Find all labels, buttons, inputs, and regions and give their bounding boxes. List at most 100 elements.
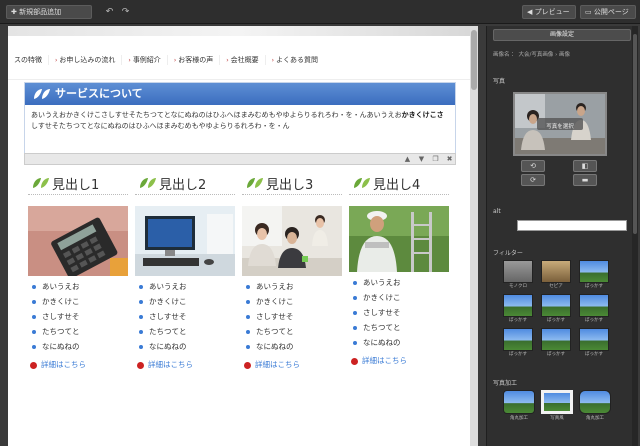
list-item: あいうえお (139, 279, 235, 294)
column-heading-text: 見出し3 (266, 178, 314, 193)
flip-horizontal-button[interactable]: ◧ (573, 160, 597, 172)
details-link[interactable]: 詳細はこちら (244, 359, 300, 370)
fit-image-button[interactable]: ▬ (573, 174, 597, 186)
leaf-icon (34, 89, 50, 99)
nav-item-flow[interactable]: › お申し込みの流れ (49, 54, 123, 65)
feature-column-3[interactable]: 見出し3 あいうえお かきくけこ さしすせそ たちつてと なにぬねの 詳細はこち… (242, 171, 342, 369)
nav-item-faq[interactable]: › よくある質問 (266, 55, 324, 65)
scroll-thumb[interactable] (471, 30, 477, 90)
column-heading: 見出し4 (349, 171, 449, 195)
alt-text-input[interactable] (517, 220, 627, 231)
list-item: かきくけこ (353, 290, 449, 305)
details-link[interactable]: 詳細はこちら (30, 359, 86, 370)
feature-column-4[interactable]: 見出し4 あいうえお かきくけこ さしすせそ たちつてと なにぬねの 詳細はこち… (349, 171, 449, 365)
process-option[interactable]: 写真風 (541, 390, 573, 424)
nav-arrow-icon: › (271, 56, 275, 64)
trash-icon[interactable]: ✖ (445, 155, 454, 164)
list-item: たちつてと (246, 324, 342, 339)
service-title-bar: サービスについて (25, 83, 455, 105)
list-item: かきくけこ (32, 294, 128, 309)
arrow-circle-icon (351, 357, 358, 365)
list-item: かきくけこ (246, 294, 342, 309)
process-section-label: 写真加工 (493, 380, 518, 387)
nav-arrow-icon: › (173, 56, 177, 64)
add-part-label: 新規部品追加 (19, 8, 62, 16)
leaf-icon (140, 178, 156, 188)
nav-item-voices[interactable]: › お客様の声 (168, 54, 221, 65)
filter-option[interactable]: モノクロ (503, 260, 533, 291)
service-section[interactable]: サービスについて あいうえおかきくけこさしすせそたちつてとなにぬねのはひふへほま… (24, 82, 456, 154)
photo-preview[interactable]: 写真を選択 (513, 92, 607, 156)
filter-option[interactable]: ぼっかす (541, 294, 571, 325)
filter-option[interactable]: ぼっかす (541, 328, 571, 359)
panel-scroll-thumb[interactable] (633, 34, 637, 234)
image-settings-tab[interactable]: 画像設定 (493, 29, 631, 41)
list-item: あいうえお (353, 275, 449, 290)
list-item: たちつてと (32, 324, 128, 339)
publish-label: 公開ページ (593, 8, 629, 16)
list-item: かきくけこ (139, 294, 235, 309)
business-people-photo[interactable] (242, 206, 342, 276)
preview-button[interactable]: ◀ プレビュー (522, 5, 576, 19)
list-item: なにぬねの (32, 339, 128, 354)
move-up-icon[interactable]: ▲ (403, 155, 412, 164)
hero-image-strip (8, 26, 470, 36)
service-text: あいうえおかきくけこさしすせそたちつてとなにぬねのはひふへほまみむめもやゆよらり… (31, 111, 444, 130)
list-item: なにぬねの (353, 335, 449, 350)
nav-item-cases[interactable]: › 事例紹介 (122, 54, 168, 65)
publish-button[interactable]: ▭ 公開ページ (580, 5, 636, 19)
column-list: あいうえお かきくけこ さしすせそ たちつてと なにぬねの (139, 279, 235, 354)
column-heading: 見出し3 (242, 171, 342, 195)
monitor-icon: ▭ (585, 8, 592, 16)
canvas-scrollbar[interactable] (470, 26, 478, 446)
computer-photo[interactable] (135, 206, 235, 276)
column-heading-text: 見出し4 (373, 178, 421, 193)
block-toolstrip: ▲ ▼ ❐ ✖ (24, 153, 456, 165)
column-list: あいうえお かきくけこ さしすせそ たちつてと なにぬねの (353, 275, 449, 350)
column-heading: 見出し1 (28, 171, 128, 195)
process-option[interactable]: 角丸加工 (579, 390, 611, 424)
filter-option[interactable]: ぼっかす (579, 294, 609, 325)
filter-option[interactable]: ぼっかす (579, 328, 609, 359)
list-item: なにぬねの (139, 339, 235, 354)
filter-option[interactable]: ぼっかす (503, 294, 533, 325)
move-down-icon[interactable]: ▼ (417, 155, 426, 164)
column-heading-text: 見出し2 (159, 178, 207, 193)
panel-scrollbar[interactable] (632, 26, 638, 446)
details-link[interactable]: 詳細はこちら (137, 359, 193, 370)
column-list: あいうえお かきくけこ さしすせそ たちつてと なにぬねの (32, 279, 128, 354)
arrow-circle-icon (137, 361, 144, 369)
service-title: サービスについて (55, 87, 143, 100)
worker-photo[interactable] (349, 206, 449, 272)
nav-item-features[interactable]: スの特徴 (8, 54, 49, 65)
feature-column-2[interactable]: 見出し2 あいうえお かきくけこ さしすせそ たちつてと なにぬねの 詳細はこち… (135, 171, 235, 369)
filter-section-label: フィルター (493, 250, 523, 257)
redo-icon[interactable]: ↷ (119, 6, 132, 18)
arrow-circle-icon (244, 361, 251, 369)
leaf-icon (33, 178, 49, 188)
feature-column-1[interactable]: 見出し1 あいうえお かきくけこ さしすせそ たちつてと なにぬねの 詳細はこち… (28, 171, 128, 369)
arrow-circle-icon (30, 361, 37, 369)
column-list: あいうえお かきくけこ さしすせそ たちつてと なにぬねの (246, 279, 342, 354)
list-item: なにぬねの (246, 339, 342, 354)
undo-icon[interactable]: ↶ (103, 6, 116, 18)
rotate-right-button[interactable]: ⟳ (521, 174, 545, 186)
add-part-button[interactable]: ✚ 新規部品追加 (6, 5, 92, 19)
photo-overlay-text: 写真を選択 (546, 124, 574, 130)
rotate-left-button[interactable]: ⟲ (521, 160, 545, 172)
image-settings-panel: 画像設定 画像名 ： 大会/写真画像 › 画像 写真 写真を選択 ⟲ ◧ ⟳ ▬… (486, 26, 636, 446)
filter-option[interactable]: ぼっかす (503, 328, 533, 359)
filter-option[interactable]: セピア (541, 260, 571, 291)
nav-item-company[interactable]: › 会社概要 (220, 54, 266, 65)
details-link[interactable]: 詳細はこちら (351, 355, 407, 366)
preview-icon: ◀ (527, 8, 533, 16)
top-toolbar: ✚ 新規部品追加 ↶ ↷ ◀ プレビュー ▭ 公開ページ (0, 0, 640, 24)
nav-arrow-icon: › (128, 56, 131, 64)
copy-icon[interactable]: ❐ (431, 155, 440, 164)
filter-option[interactable]: ぼっかす (579, 260, 609, 291)
calculator-photo[interactable] (28, 206, 128, 276)
leaf-icon (247, 178, 263, 188)
column-heading-text: 見出し1 (52, 178, 100, 193)
list-item: たちつてと (139, 324, 235, 339)
process-option[interactable]: 角丸加工 (503, 390, 535, 424)
